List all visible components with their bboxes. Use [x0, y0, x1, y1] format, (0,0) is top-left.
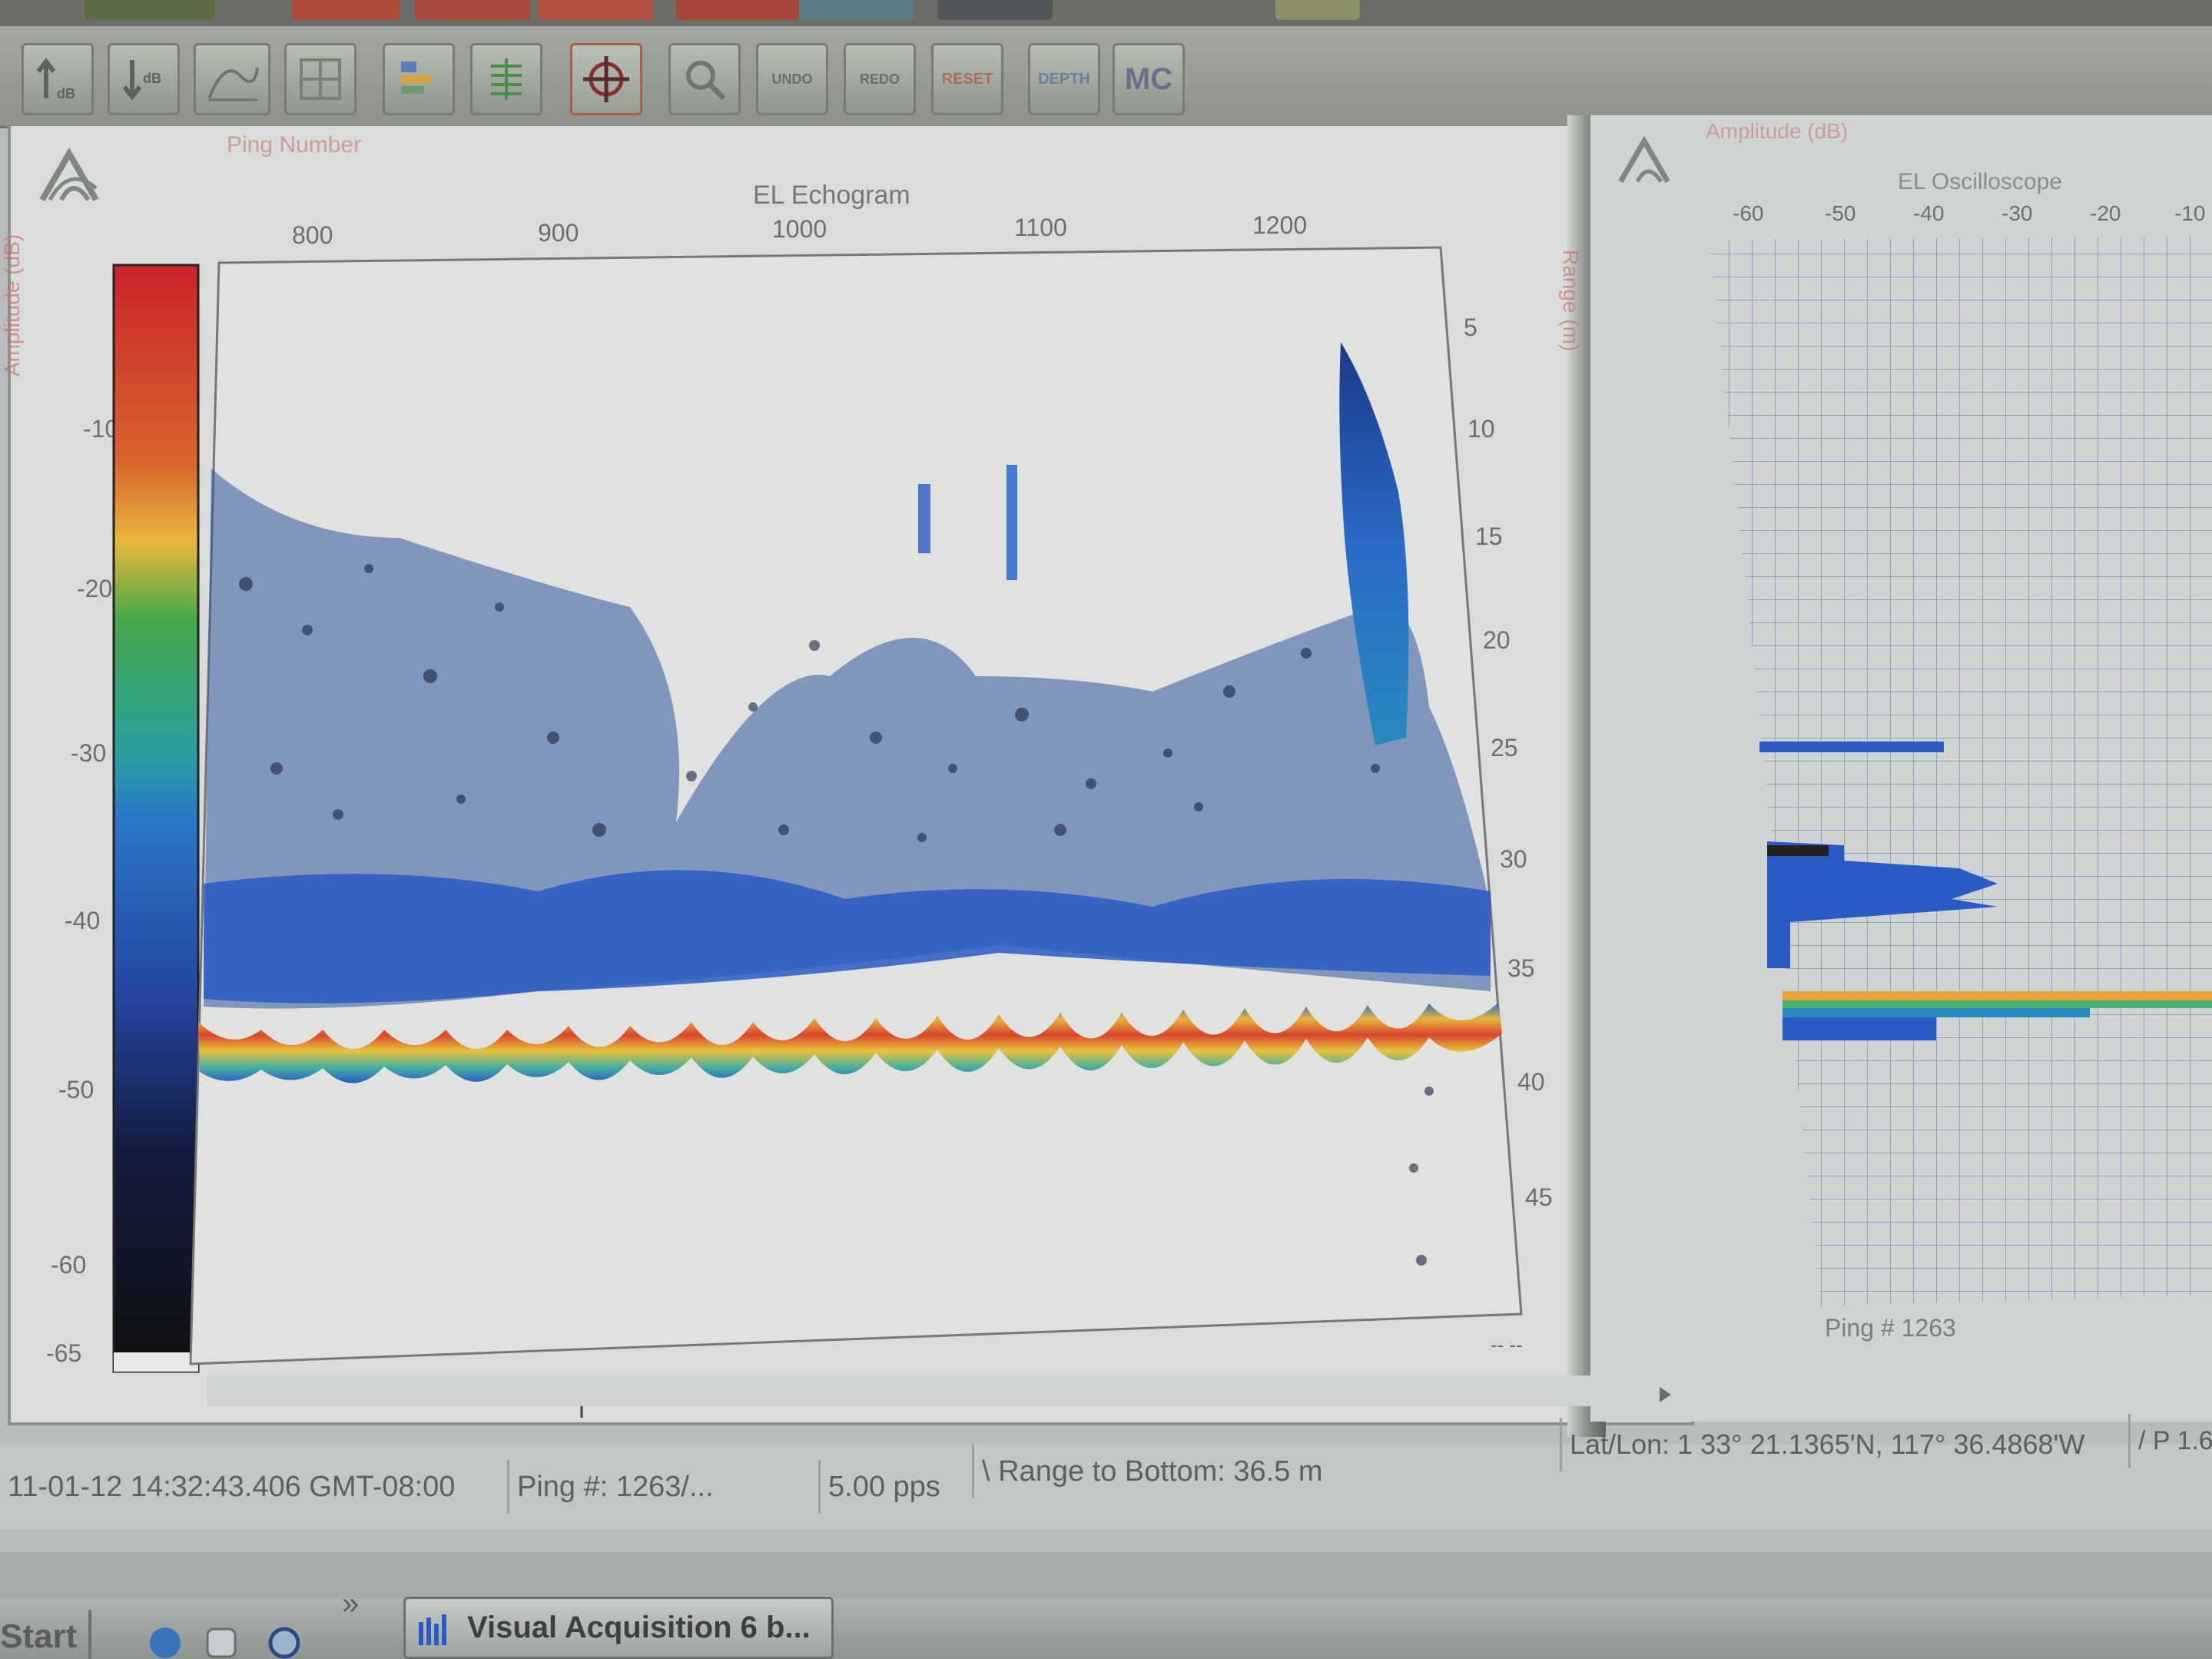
browser-icon — [150, 1627, 181, 1658]
status-ping: Ping #: 1263/... — [507, 1460, 817, 1514]
taskbar-window-button[interactable]: Visual Acquisition 6 b... — [403, 1597, 834, 1659]
scope-bottom-peak — [1783, 1000, 2212, 1008]
media-icon — [268, 1627, 300, 1659]
scope-trace — [1767, 845, 1829, 856]
scope-trace — [1759, 742, 1944, 752]
scope-grid — [1710, 237, 2212, 1306]
status-rate: 5.00 pps — [818, 1460, 967, 1514]
oscilloscope-graphics — [1710, 237, 2212, 1306]
status-timestamp: 11-01-12 14:32:43.406 GMT-08:00 — [8, 1471, 456, 1503]
scope-bottom-peak — [1783, 1017, 1936, 1040]
status-latlon: Lat/Lon: 1 33° 21.1365'N, 117° 36.4868'W — [1560, 1418, 2123, 1472]
os-taskbar — [0, 1598, 2212, 1659]
taskbar-chevron[interactable]: » — [342, 1587, 359, 1621]
scope-bottom-peak — [1783, 991, 2212, 1000]
taskbar-window-label: Visual Acquisition 6 b... — [467, 1611, 811, 1644]
status-extra: / P 1.6 — [2128, 1414, 2212, 1468]
scope-bottom-peak — [1783, 1008, 2090, 1017]
status-range: \ Range to Bottom: 36.5 m — [972, 1445, 1566, 1498]
start-button[interactable]: Start — [0, 1618, 85, 1659]
desktop-icon — [206, 1627, 237, 1658]
app-icon — [419, 1614, 446, 1645]
quick-launch — [150, 1627, 300, 1659]
taskbar-separator — [88, 1610, 91, 1659]
